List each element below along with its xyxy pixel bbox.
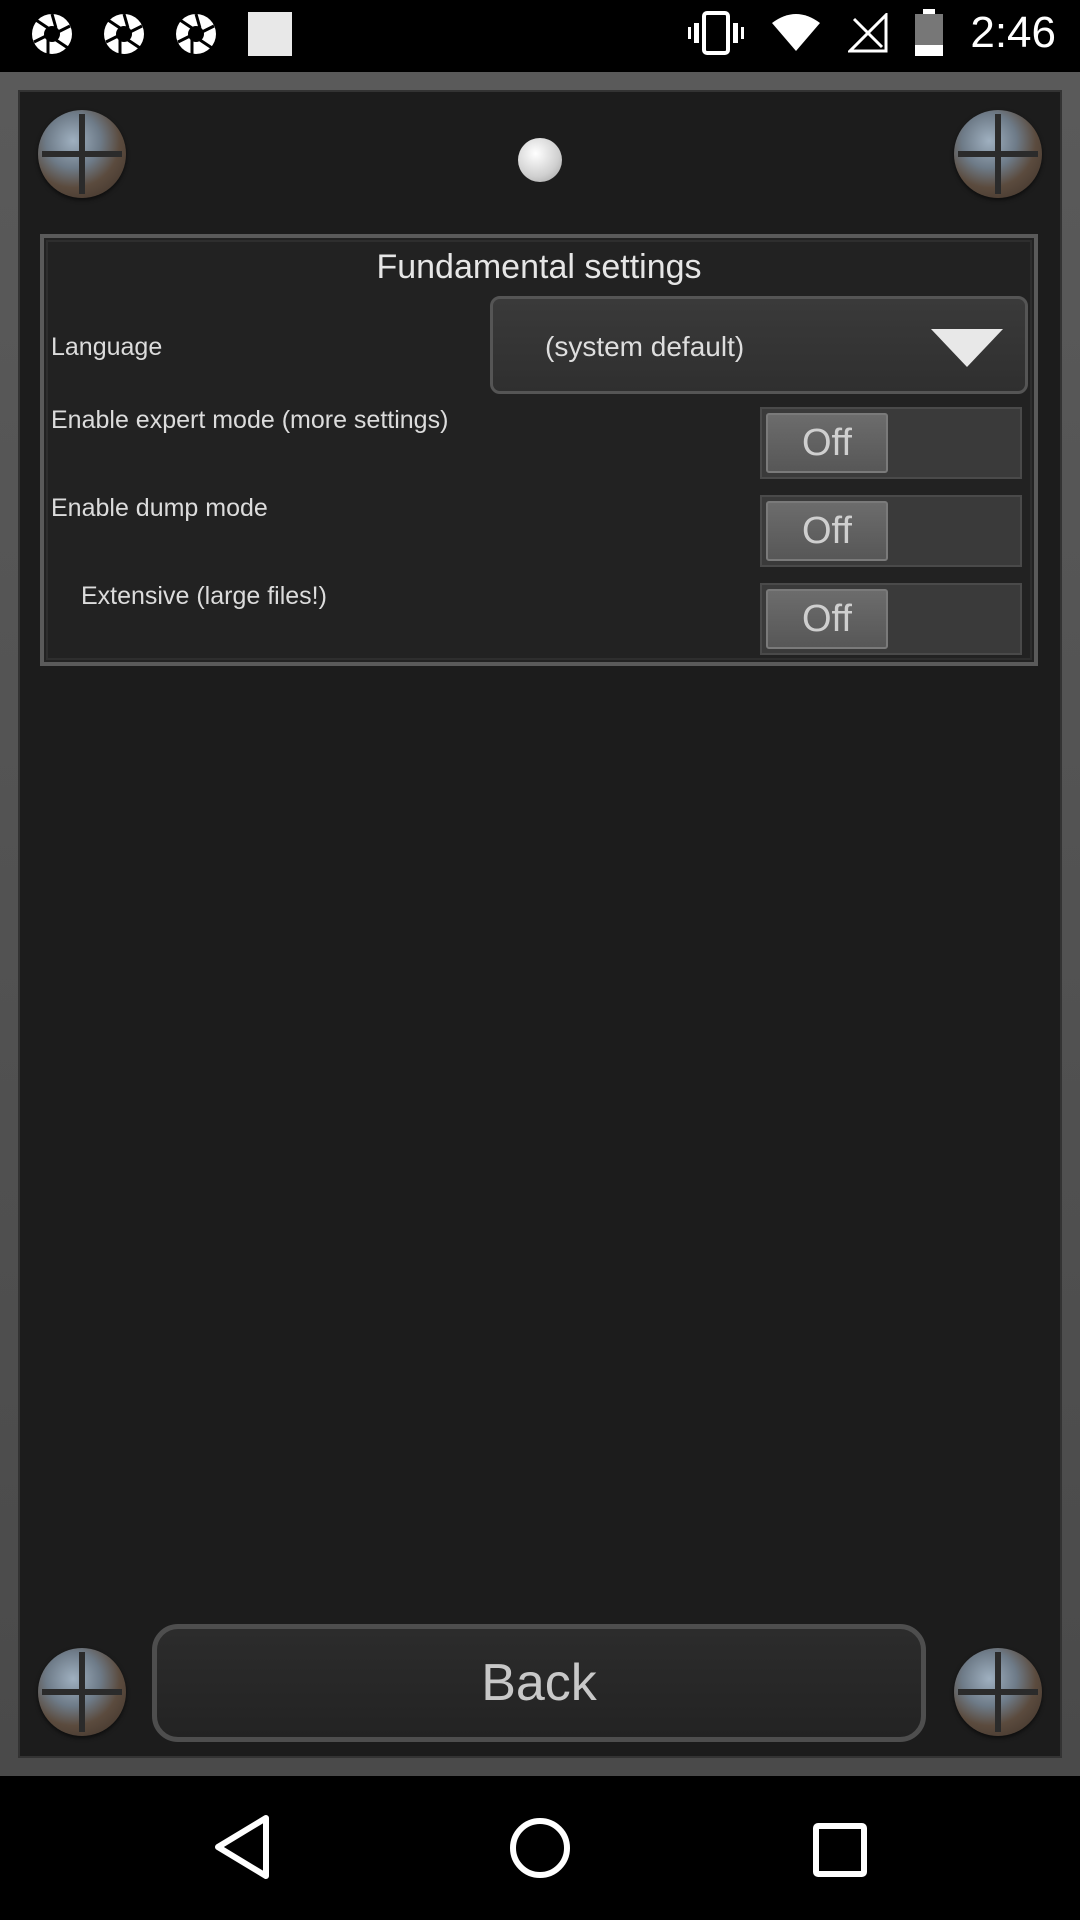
aperture-icon xyxy=(174,12,218,56)
extensive-toggle[interactable]: Off xyxy=(760,583,1022,655)
clock: 2:46 xyxy=(970,8,1056,57)
extensive-label: Extensive (large files!) xyxy=(81,582,327,610)
status-bar: 2:46 xyxy=(0,0,1080,72)
screw-icon xyxy=(38,110,126,198)
screw-icon xyxy=(954,1648,1042,1736)
back-button[interactable]: Back xyxy=(152,1624,926,1742)
expert-mode-label: Enable expert mode (more settings) xyxy=(51,406,449,434)
screw-icon xyxy=(38,1648,126,1736)
expert-mode-toggle[interactable]: Off xyxy=(760,407,1022,479)
wifi-icon xyxy=(770,13,822,53)
language-dropdown[interactable]: (system default) xyxy=(490,296,1028,394)
vibrate-icon xyxy=(688,11,745,55)
aperture-icon xyxy=(30,12,74,56)
panel-title: Fundamental settings xyxy=(376,248,702,286)
chevron-down-icon xyxy=(931,329,1003,367)
image-placeholder-icon xyxy=(246,10,294,58)
recents-square-icon[interactable] xyxy=(812,1822,868,1883)
language-dropdown-value: (system default) xyxy=(545,331,745,362)
navigation-bar xyxy=(0,1776,1080,1920)
toggle-knob: Off xyxy=(766,413,888,473)
page-indicator-dot xyxy=(518,138,562,182)
aperture-icon xyxy=(102,12,146,56)
language-label: Language xyxy=(51,333,163,361)
battery-icon xyxy=(914,9,944,57)
screw-icon xyxy=(954,110,1042,198)
signal-off-icon xyxy=(848,13,888,53)
toggle-knob: Off xyxy=(766,589,888,649)
home-circle-icon[interactable] xyxy=(508,1816,572,1885)
dump-mode-toggle[interactable]: Off xyxy=(760,495,1022,567)
toggle-knob: Off xyxy=(766,501,888,561)
back-triangle-icon[interactable] xyxy=(212,1812,272,1887)
dump-mode-label: Enable dump mode xyxy=(51,494,268,522)
